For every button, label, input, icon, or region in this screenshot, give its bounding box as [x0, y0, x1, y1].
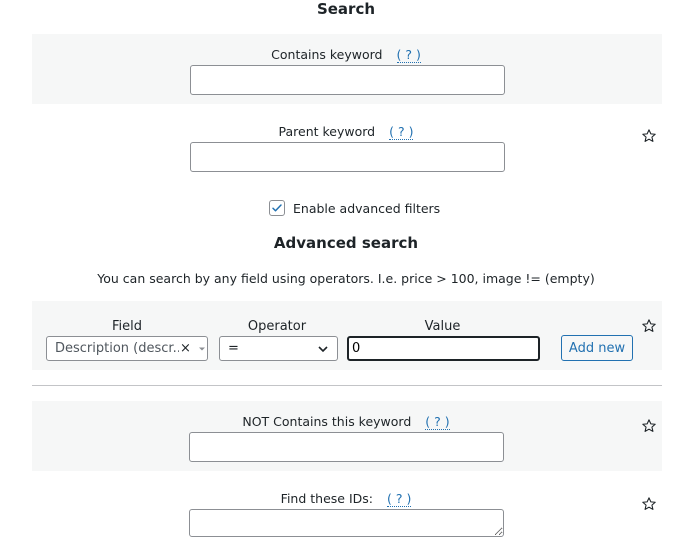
contains-keyword-label-row: Contains keyword ( ? ) — [0, 47, 692, 63]
not-contains-input[interactable] — [189, 432, 504, 462]
parent-keyword-help[interactable]: ( ? ) — [389, 124, 414, 140]
value-input[interactable] — [347, 336, 540, 361]
not-contains-help[interactable]: ( ? ) — [425, 414, 450, 430]
parent-keyword-label-row: Parent keyword ( ? ) — [0, 124, 692, 140]
not-contains-label: NOT Contains this keyword — [242, 414, 412, 429]
add-new-button[interactable]: Add new — [561, 335, 633, 361]
find-ids-textarea[interactable] — [189, 509, 504, 537]
contains-keyword-help[interactable]: ( ? ) — [396, 47, 421, 63]
chevron-down-icon — [198, 347, 205, 350]
advanced-search-description: You can search by any field using operat… — [97, 271, 595, 286]
find-ids-label: Find these IDs: — [280, 491, 373, 506]
checkmark-icon — [272, 204, 282, 212]
field-column-header: Field — [111, 319, 142, 334]
field-select-value: Description (descr... — [55, 341, 179, 356]
star-icon[interactable] — [641, 418, 657, 434]
operator-column-header: Operator — [247, 319, 307, 334]
page-title: Search — [316, 0, 376, 18]
parent-keyword-label: Parent keyword — [278, 124, 376, 139]
parent-keyword-input[interactable] — [190, 142, 505, 172]
star-icon[interactable] — [641, 128, 657, 144]
advanced-search-title: Advanced search — [273, 234, 419, 252]
enable-advanced-checkbox[interactable] — [269, 200, 285, 216]
operator-select-value: = — [228, 341, 239, 356]
field-select[interactable]: Description (descr... × — [46, 336, 208, 361]
chevron-down-icon — [318, 345, 328, 352]
contains-keyword-input[interactable] — [190, 65, 505, 95]
value-column-header: Value — [424, 319, 461, 334]
operator-select[interactable]: = — [219, 336, 338, 361]
star-icon[interactable] — [641, 318, 657, 334]
enable-advanced-label[interactable]: Enable advanced filters — [293, 201, 440, 216]
star-icon[interactable] — [641, 496, 657, 512]
not-contains-label-row: NOT Contains this keyword ( ? ) — [0, 414, 692, 430]
section-divider — [32, 385, 662, 386]
find-ids-label-row: Find these IDs: ( ? ) — [0, 491, 692, 507]
clear-icon[interactable]: × — [180, 341, 191, 356]
find-ids-help[interactable]: ( ? ) — [386, 491, 412, 507]
contains-keyword-label: Contains keyword — [271, 47, 383, 62]
